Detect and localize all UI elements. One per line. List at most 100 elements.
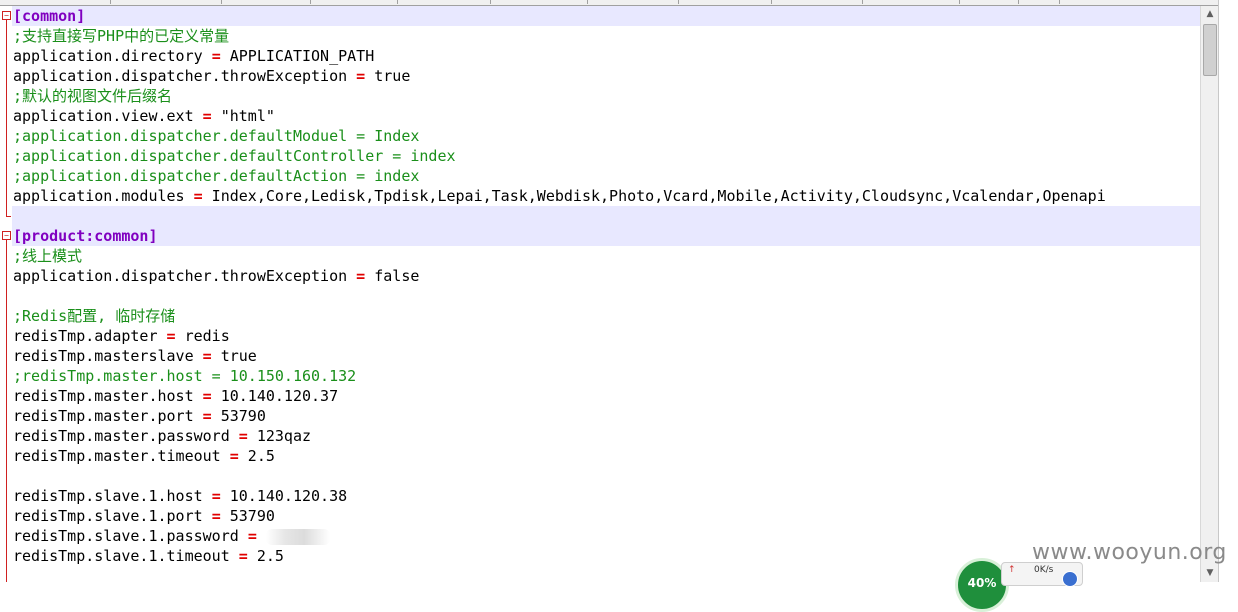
- code-text: APPLICATION_PATH: [220, 47, 375, 65]
- operator-token: =: [193, 187, 203, 205]
- code-line[interactable]: redisTmp.master.host = 10.140.120.37: [12, 386, 1200, 406]
- globe-icon: [1062, 571, 1078, 587]
- code-text: Index,Core,Ledisk,Tpdisk,Lepai,Task,Webd…: [202, 187, 1106, 205]
- code-line[interactable]: redisTmp.adapter = redis: [12, 326, 1200, 346]
- section-header: [common]: [13, 7, 86, 25]
- tab[interactable]: [960, 0, 1019, 4]
- tab[interactable]: [222, 0, 311, 4]
- code-line[interactable]: redisTmp.slave.1.password =: [12, 526, 1200, 546]
- code-text: 10.140.120.38: [220, 487, 348, 505]
- tab[interactable]: [863, 0, 960, 4]
- scrollbar-thumb[interactable]: [1203, 24, 1217, 76]
- code-line[interactable]: [12, 466, 1200, 486]
- operator-token: =: [247, 527, 257, 545]
- code-text: 2.5: [247, 547, 284, 565]
- code-line[interactable]: [12, 206, 1200, 226]
- comment-text: ;application.dispatcher.defaultAction = …: [13, 167, 420, 185]
- section-header: [product:common]: [13, 227, 158, 245]
- upload-arrow-icon: ↑: [1008, 565, 1016, 575]
- code-text: true: [365, 67, 411, 85]
- code-line[interactable]: application.dispatcher.throwException = …: [12, 66, 1200, 86]
- fold-toggle-icon[interactable]: −: [2, 231, 11, 240]
- operator-token: =: [202, 387, 212, 405]
- code-text: redisTmp.master.password: [13, 427, 239, 445]
- code-line[interactable]: application.modules = Index,Core,Ledisk,…: [12, 186, 1200, 206]
- comment-text: ;支持直接写PHP中的已定义常量: [13, 27, 230, 45]
- code-text: application.view.ext: [13, 107, 203, 125]
- tab[interactable]: [111, 0, 222, 4]
- code-line[interactable]: application.directory = APPLICATION_PATH: [12, 46, 1200, 66]
- code-text: application.dispatcher.throwException: [13, 267, 357, 285]
- window-right-border: [1218, 0, 1238, 582]
- comment-text: ;application.dispatcher.defaultModuel = …: [13, 127, 420, 145]
- code-line[interactable]: ;Redis配置, 临时存储: [12, 306, 1200, 326]
- code-line[interactable]: redisTmp.slave.1.host = 10.140.120.38: [12, 486, 1200, 506]
- operator-token: =: [356, 267, 366, 285]
- code-line[interactable]: ;默认的视图文件后缀名: [12, 86, 1200, 106]
- code-text: 53790: [220, 507, 275, 525]
- code-editor[interactable]: [common] ;支持直接写PHP中的已定义常量 application.dire…: [12, 6, 1200, 582]
- code-text: redisTmp.master.timeout: [13, 447, 230, 465]
- code-text: 123qaz: [247, 427, 312, 445]
- code-line[interactable]: ;支持直接写PHP中的已定义常量: [12, 26, 1200, 46]
- code-text: application.modules: [13, 187, 194, 205]
- tab[interactable]: [398, 0, 491, 4]
- vertical-scrollbar[interactable]: ▲ ▼: [1200, 6, 1219, 582]
- operator-token: =: [211, 47, 221, 65]
- code-text: redisTmp.slave.1.timeout: [13, 547, 239, 565]
- code-text: redisTmp.slave.1.port: [13, 507, 212, 525]
- code-line[interactable]: redisTmp.master.timeout = 2.5: [12, 446, 1200, 466]
- code-text: redisTmp.slave.1.host: [13, 487, 212, 505]
- code-text: 53790: [211, 407, 266, 425]
- tab[interactable]: [772, 0, 863, 4]
- code-line[interactable]: ;application.dispatcher.defaultControlle…: [12, 146, 1200, 166]
- code-line[interactable]: [product:common]: [12, 226, 1200, 246]
- code-line[interactable]: redisTmp.masterslave = true: [12, 346, 1200, 366]
- comment-text: ;默认的视图文件后缀名: [13, 87, 173, 105]
- tab[interactable]: [0, 0, 111, 4]
- code-line[interactable]: application.view.ext = "html": [12, 106, 1200, 126]
- tab[interactable]: [491, 0, 588, 4]
- scroll-up-arrow-icon[interactable]: ▲: [1201, 6, 1219, 23]
- tab[interactable]: [679, 0, 772, 4]
- tab[interactable]: [1019, 0, 1060, 4]
- code-line[interactable]: ;application.dispatcher.defaultModuel = …: [12, 126, 1200, 146]
- code-text: application.dispatcher.throwException: [13, 67, 357, 85]
- speed-panel: ↑ 0K/s: [1001, 562, 1083, 587]
- watermark: www.wooyun.org: [1032, 540, 1227, 565]
- operator-token: =: [229, 447, 239, 465]
- fold-line: [6, 240, 7, 582]
- fold-toggle-icon[interactable]: −: [2, 11, 11, 20]
- operator-token: =: [202, 347, 212, 365]
- code-text: "html": [211, 107, 275, 125]
- comment-text: ;Redis配置, 临时存储: [13, 307, 176, 325]
- code-line[interactable]: ;线上模式: [12, 246, 1200, 266]
- tab[interactable]: [588, 0, 679, 4]
- operator-token: =: [211, 507, 221, 525]
- speed-rate: 0K/s: [1034, 565, 1054, 575]
- code-line[interactable]: ;application.dispatcher.defaultAction = …: [12, 166, 1200, 186]
- code-text: redisTmp.adapter: [13, 327, 167, 345]
- code-text: 2.5: [238, 447, 275, 465]
- fold-gutter: − −: [0, 6, 12, 582]
- operator-token: =: [238, 547, 248, 565]
- code-line[interactable]: redisTmp.master.port = 53790: [12, 406, 1200, 426]
- operator-token: =: [238, 427, 248, 445]
- code-text: redisTmp.masterslave: [13, 347, 203, 365]
- operator-token: =: [202, 107, 212, 125]
- code-line[interactable]: redisTmp.slave.1.port = 53790: [12, 506, 1200, 526]
- code-line[interactable]: application.dispatcher.throwException = …: [12, 266, 1200, 286]
- code-text: application.directory: [13, 47, 212, 65]
- code-line[interactable]: redisTmp.master.password = 123qaz: [12, 426, 1200, 446]
- code-line[interactable]: [common]: [12, 6, 1200, 26]
- comment-text: ;redisTmp.master.host = 10.150.160.132: [13, 367, 357, 385]
- scroll-down-arrow-icon[interactable]: ▼: [1201, 565, 1219, 582]
- fold-line: [6, 20, 7, 216]
- tab[interactable]: [311, 0, 398, 4]
- operator-token: =: [211, 487, 221, 505]
- code-line[interactable]: ;redisTmp.master.host = 10.150.160.132: [12, 366, 1200, 386]
- code-text: redisTmp.slave.1.password: [13, 527, 248, 545]
- operator-token: =: [356, 67, 366, 85]
- code-line[interactable]: [12, 286, 1200, 306]
